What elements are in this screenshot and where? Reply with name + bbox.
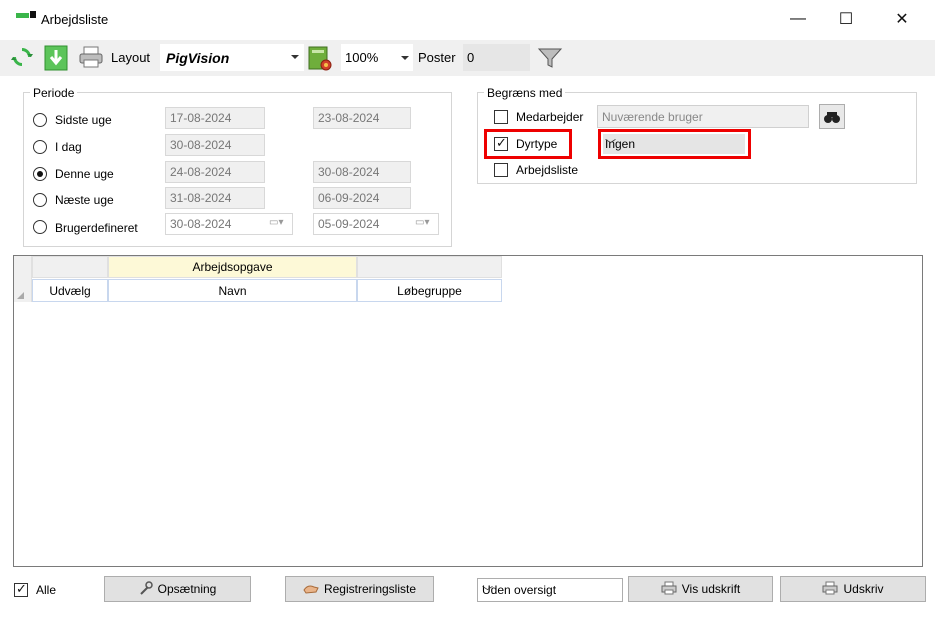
- radio-i-dag[interactable]: [33, 140, 47, 154]
- date-value: 23-08-2024: [318, 111, 380, 125]
- dyrtype-select[interactable]: Ingen ﹀: [603, 134, 745, 154]
- medarbejder-field: Nuværende bruger: [597, 105, 809, 128]
- denne-uge-to-field: 30-08-2024: [313, 161, 411, 183]
- minimize-button[interactable]: —: [780, 6, 816, 32]
- vis-udskrift-button[interactable]: Vis udskrift: [628, 576, 773, 602]
- brugerdefineret-from-field[interactable]: 30-08-2024 ▭▾: [165, 213, 293, 235]
- close-button[interactable]: ✕: [884, 6, 920, 32]
- radio-brugerdefineret[interactable]: [33, 220, 47, 234]
- registreringsliste-button[interactable]: Registreringsliste: [285, 576, 434, 602]
- radio-label-i-dag: I dag: [55, 140, 82, 154]
- printer-icon: [661, 581, 677, 598]
- chevron-down-icon: ﹀: [605, 139, 616, 151]
- date-value: 30-08-2024: [170, 217, 232, 231]
- layout-label: Layout: [111, 50, 151, 65]
- checkmark-icon: ✓: [496, 135, 507, 150]
- medarbejder-value: Nuværende bruger: [602, 110, 703, 124]
- radio-naeste-uge[interactable]: [33, 193, 47, 207]
- column-header-navn[interactable]: Navn: [108, 279, 357, 302]
- chevron-down-icon: ﹀: [482, 586, 493, 598]
- radio-label-denne-uge: Denne uge: [55, 167, 114, 181]
- begraens-title: Begræns med: [484, 86, 566, 100]
- date-value: 06-09-2024: [318, 191, 380, 205]
- sidste-uge-to-field: 23-08-2024: [313, 107, 411, 129]
- binoculars-icon: [824, 111, 840, 123]
- dyrtype-checkbox[interactable]: ✓: [494, 135, 508, 151]
- alle-checkbox[interactable]: ✓: [14, 581, 28, 597]
- medarbejder-label: Medarbejder: [516, 110, 584, 124]
- radio-label-naeste-uge: Næste uge: [55, 193, 114, 207]
- zoom-select[interactable]: 100%: [341, 44, 413, 71]
- denne-uge-from-field: 24-08-2024: [165, 161, 265, 183]
- window-title: Arbejdsliste: [41, 12, 109, 27]
- poster-count-value: 0: [467, 50, 475, 65]
- download-icon[interactable]: [44, 45, 68, 71]
- app-icon: [16, 11, 36, 21]
- date-value: 24-08-2024: [170, 165, 232, 179]
- printer-icon[interactable]: [78, 45, 103, 69]
- checkmark-icon: ✓: [16, 581, 27, 596]
- opsaetning-label: Opsætning: [157, 582, 217, 596]
- oversigt-select[interactable]: Uden oversigt ﹀: [477, 578, 623, 602]
- registreringsliste-label: Registreringsliste: [323, 582, 417, 596]
- i-dag-field: 30-08-2024: [165, 134, 265, 156]
- printer-icon: [822, 581, 838, 598]
- poster-count-field: 0: [463, 44, 530, 71]
- column-header-lobegruppe[interactable]: Løbegruppe: [357, 279, 502, 302]
- naeste-uge-from-field: 31-08-2024: [165, 187, 265, 209]
- column-header-udvaelg[interactable]: Udvælg: [32, 279, 108, 302]
- arbejdsliste-label: Arbejdsliste: [516, 163, 579, 177]
- radio-sidste-uge[interactable]: [33, 113, 47, 127]
- grid-corner: [14, 256, 32, 302]
- radio-denne-uge[interactable]: [33, 167, 47, 181]
- refresh-icon[interactable]: [10, 45, 34, 69]
- chevron-down-icon: [401, 56, 409, 60]
- date-value: 31-08-2024: [170, 191, 232, 205]
- layout-value: PigVision: [166, 50, 230, 66]
- calendar-dropdown-icon[interactable]: ▭▾: [415, 217, 435, 231]
- udskriv-button[interactable]: Udskriv: [780, 576, 926, 602]
- medarbejder-checkbox[interactable]: [494, 110, 508, 124]
- udskriv-label: Udskriv: [843, 582, 884, 596]
- maximize-button[interactable]: ☐: [828, 6, 864, 32]
- alle-label: Alle: [36, 583, 57, 597]
- date-value: 30-08-2024: [170, 138, 232, 152]
- employee-picker-button[interactable]: [819, 104, 845, 129]
- filter-icon[interactable]: [537, 46, 563, 70]
- date-value: 05-09-2024: [318, 217, 380, 231]
- date-value: 17-08-2024: [170, 111, 232, 125]
- calendar-dropdown-icon[interactable]: ▭▾: [269, 217, 289, 231]
- vis-udskrift-label: Vis udskrift: [681, 582, 741, 596]
- grid-band-empty: [357, 256, 502, 278]
- hand-icon: [303, 582, 319, 597]
- wrench-icon: [139, 580, 153, 598]
- radio-label-brugerdefineret: Brugerdefineret: [55, 221, 138, 235]
- chevron-down-icon: [291, 55, 299, 59]
- layout-select[interactable]: PigVision: [160, 44, 304, 71]
- brugerdefineret-to-field[interactable]: 05-09-2024 ▭▾: [313, 213, 439, 235]
- band-header-arbejdsopgave: Arbejdsopgave: [108, 256, 357, 278]
- poster-label: Poster: [418, 50, 456, 65]
- sidste-uge-from-field: 17-08-2024: [165, 107, 265, 129]
- grid-band-empty: [32, 256, 108, 278]
- date-value: 30-08-2024: [318, 165, 380, 179]
- opsaetning-button[interactable]: Opsætning: [104, 576, 251, 602]
- layout-settings-icon[interactable]: [306, 44, 332, 71]
- zoom-value: 100%: [345, 50, 379, 65]
- radio-label-sidste-uge: Sidste uge: [55, 113, 112, 127]
- arbejdsliste-checkbox[interactable]: [494, 163, 508, 177]
- periode-title: Periode: [30, 86, 78, 100]
- naeste-uge-to-field: 06-09-2024: [313, 187, 411, 209]
- dyrtype-label: Dyrtype: [516, 137, 558, 151]
